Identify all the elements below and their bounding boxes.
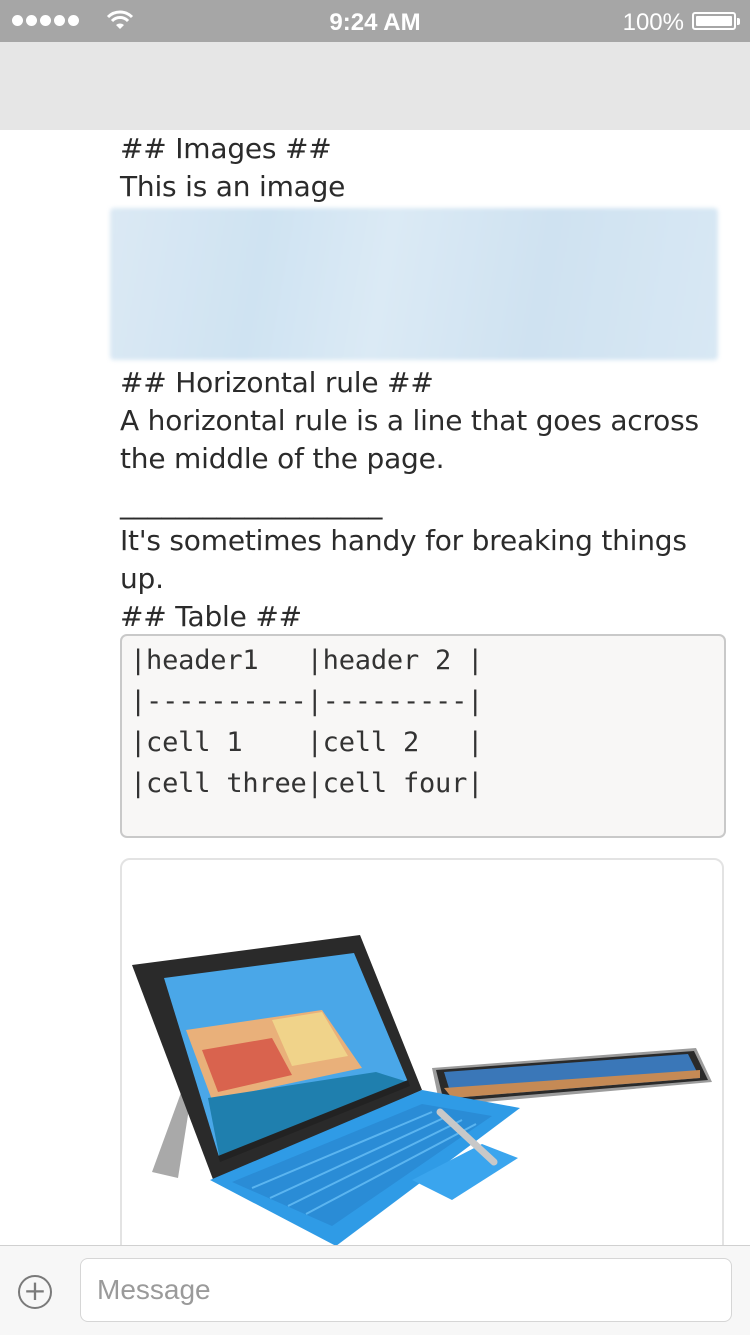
horizontal-rule-after-text: It's sometimes handy for breaking things…: [120, 524, 687, 595]
code-line: |cell three|cell four|: [130, 768, 484, 799]
status-bar: 9:24 AM 100%: [0, 0, 750, 42]
code-line: |cell 1 |cell 2 |: [130, 727, 484, 758]
message-input[interactable]: [80, 1258, 732, 1322]
code-line: |header1 |header 2 |: [130, 645, 484, 676]
battery-icon: [692, 12, 740, 30]
nav-bar: [0, 42, 750, 130]
message-composer: +: [0, 1245, 750, 1335]
battery-percent: 100%: [622, 9, 684, 36]
code-line: |----------|---------|: [130, 686, 484, 717]
plus-circle-icon[interactable]: +: [18, 1275, 52, 1309]
table-heading: ## Table ##: [120, 600, 302, 633]
image-caption: This is an image: [120, 170, 346, 203]
inline-image[interactable]: [110, 208, 718, 360]
message-body: ## Images ## This is an image ## Horizon…: [110, 130, 730, 838]
horizontal-rule-line: ___________________: [120, 487, 383, 520]
laptop-tablet-photo: [132, 935, 712, 1246]
code-block: |header1 |header 2 | |----------|-------…: [120, 634, 726, 838]
horizontal-rule-heading: ## Horizontal rule ##: [120, 366, 434, 399]
battery-fill: [696, 16, 732, 26]
horizontal-rule-text: A horizontal rule is a line that goes ac…: [120, 404, 699, 475]
images-heading: ## Images ##: [120, 132, 332, 165]
image-attachment-card[interactable]: [120, 858, 724, 1258]
